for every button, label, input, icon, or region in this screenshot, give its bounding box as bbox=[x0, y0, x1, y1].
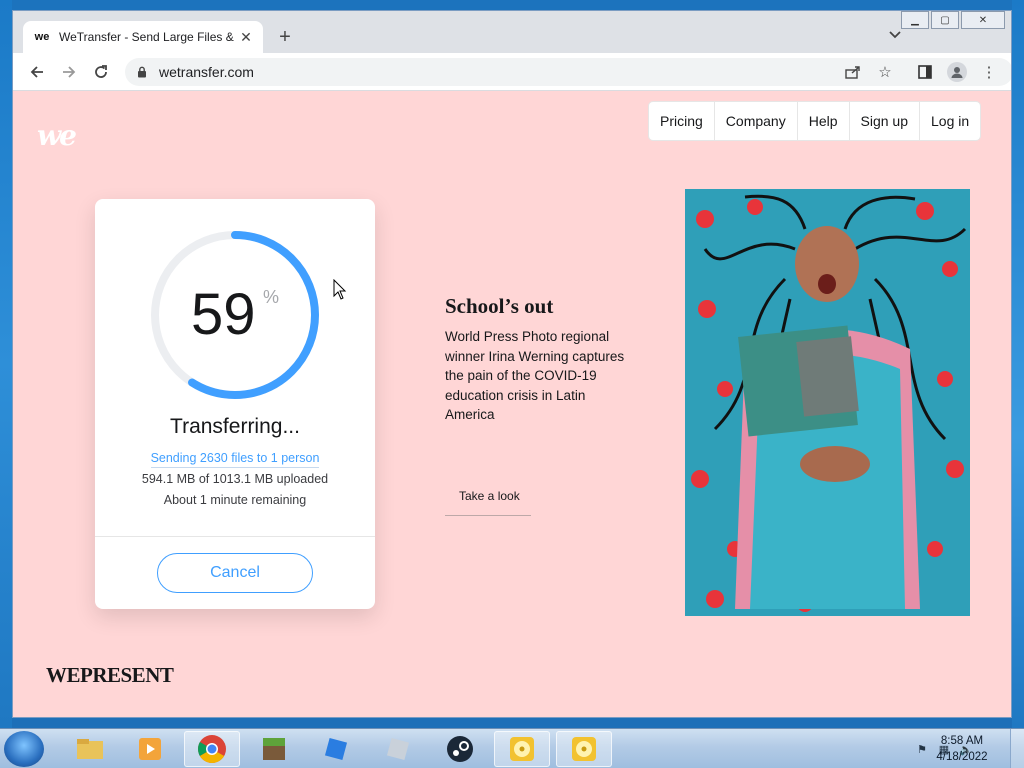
tab-strip: we WeTransfer - Send Large Files & Share… bbox=[13, 11, 1011, 53]
card-divider bbox=[95, 536, 375, 537]
forward-arrow-icon[interactable] bbox=[59, 62, 79, 82]
tab-title: WeTransfer - Send Large Files & Share Ph… bbox=[59, 30, 237, 44]
transfer-status: Transferring... bbox=[170, 415, 300, 438]
desktop-background bbox=[0, 0, 1024, 10]
side-panel-icon[interactable] bbox=[915, 62, 935, 82]
back-arrow-icon[interactable] bbox=[27, 62, 47, 82]
media-player-icon[interactable] bbox=[122, 731, 178, 767]
progress-percent: 59 bbox=[191, 282, 256, 347]
desktop-edge-right bbox=[1012, 0, 1024, 728]
taskbar: ⚑ ▦ 🔈 8:58 AM 4/18/2022 bbox=[0, 728, 1024, 768]
percent-sign: % bbox=[263, 287, 280, 307]
book-photo bbox=[796, 336, 859, 417]
minecraft-icon[interactable] bbox=[246, 731, 302, 767]
kebab-menu-icon[interactable]: ⋮ bbox=[979, 62, 999, 82]
nav-help[interactable]: Help bbox=[798, 102, 850, 140]
bookmark-star-icon[interactable]: ☆ bbox=[875, 62, 895, 82]
take-a-look-link[interactable]: Take a look bbox=[445, 489, 531, 516]
cancel-button[interactable]: Cancel bbox=[157, 553, 313, 593]
tab-wetransfer[interactable]: we WeTransfer - Send Large Files & Share… bbox=[23, 21, 263, 53]
clock-time: 8:58 AM bbox=[940, 735, 984, 747]
window-close-icon[interactable]: ✕ bbox=[961, 11, 1005, 29]
promo-body: World Press Photo regional winner Irina … bbox=[445, 329, 625, 422]
nav-log-in[interactable]: Log in bbox=[920, 102, 980, 140]
new-tab-plus-icon[interactable]: + bbox=[275, 26, 295, 48]
hand bbox=[800, 446, 870, 482]
minimize-icon[interactable]: ▁ bbox=[901, 11, 929, 29]
wetransfer-logo[interactable]: we bbox=[37, 119, 77, 152]
roblox-icon[interactable] bbox=[308, 731, 364, 767]
desktop-edge-left bbox=[0, 0, 12, 728]
share-icon[interactable] bbox=[843, 62, 863, 82]
reload-icon[interactable] bbox=[91, 62, 111, 82]
disc-app-icon[interactable] bbox=[494, 731, 550, 767]
wetransfer-favicon-icon: we bbox=[34, 31, 50, 43]
browser-toolbar: wetransfer.com ☆ ⋮ bbox=[13, 53, 1011, 91]
lock-icon[interactable] bbox=[135, 65, 149, 79]
disc-app-icon[interactable] bbox=[556, 731, 612, 767]
steam-icon[interactable] bbox=[432, 731, 488, 767]
uploaded-amount: 594.1 MB of 1013.1 MB uploaded bbox=[141, 472, 329, 486]
maximize-icon[interactable]: ▢ bbox=[931, 11, 959, 29]
promo-photo[interactable] bbox=[685, 189, 970, 616]
show-desktop-button[interactable] bbox=[1010, 729, 1024, 768]
roblox-studio-icon[interactable] bbox=[370, 731, 426, 767]
mouth bbox=[818, 274, 836, 294]
nav-sign-up[interactable]: Sign up bbox=[850, 102, 920, 140]
top-nav: Pricing Company Help Sign up Log in bbox=[649, 102, 981, 140]
file-explorer-icon[interactable] bbox=[62, 731, 118, 767]
url-text: wetransfer.com bbox=[159, 64, 254, 80]
browser-window: we WeTransfer - Send Large Files & Share… bbox=[12, 10, 1012, 718]
chevron-down-icon[interactable] bbox=[887, 27, 903, 43]
transfer-card: 59 % Transferring... Sending 2630 files … bbox=[95, 199, 375, 609]
chrome-icon[interactable] bbox=[184, 731, 240, 767]
nav-pricing[interactable]: Pricing bbox=[649, 102, 715, 140]
clock-date: 4/18/2022 bbox=[936, 751, 988, 763]
window-controls: ▁ ▢ ✕ bbox=[899, 11, 1005, 29]
profile-avatar-icon[interactable] bbox=[947, 62, 967, 82]
mouse-cursor-icon bbox=[333, 279, 347, 300]
close-icon[interactable]: ✕ bbox=[237, 28, 255, 46]
sending-link[interactable]: Sending 2630 files to 1 person bbox=[95, 451, 375, 468]
clock[interactable]: 8:58 AM 4/18/2022 bbox=[924, 733, 1000, 765]
wetransfer-page: we Pricing Company Help Sign up Log in 5… bbox=[13, 91, 1011, 717]
start-button-windows-icon[interactable] bbox=[4, 731, 44, 767]
wepresent-logo[interactable]: WEPRESENT bbox=[46, 663, 174, 688]
sending-text[interactable]: Sending 2630 files to 1 person bbox=[150, 451, 320, 468]
nav-company[interactable]: Company bbox=[715, 102, 798, 140]
promo-title: School’s out bbox=[445, 294, 554, 318]
time-remaining: About 1 minute remaining bbox=[163, 493, 307, 507]
